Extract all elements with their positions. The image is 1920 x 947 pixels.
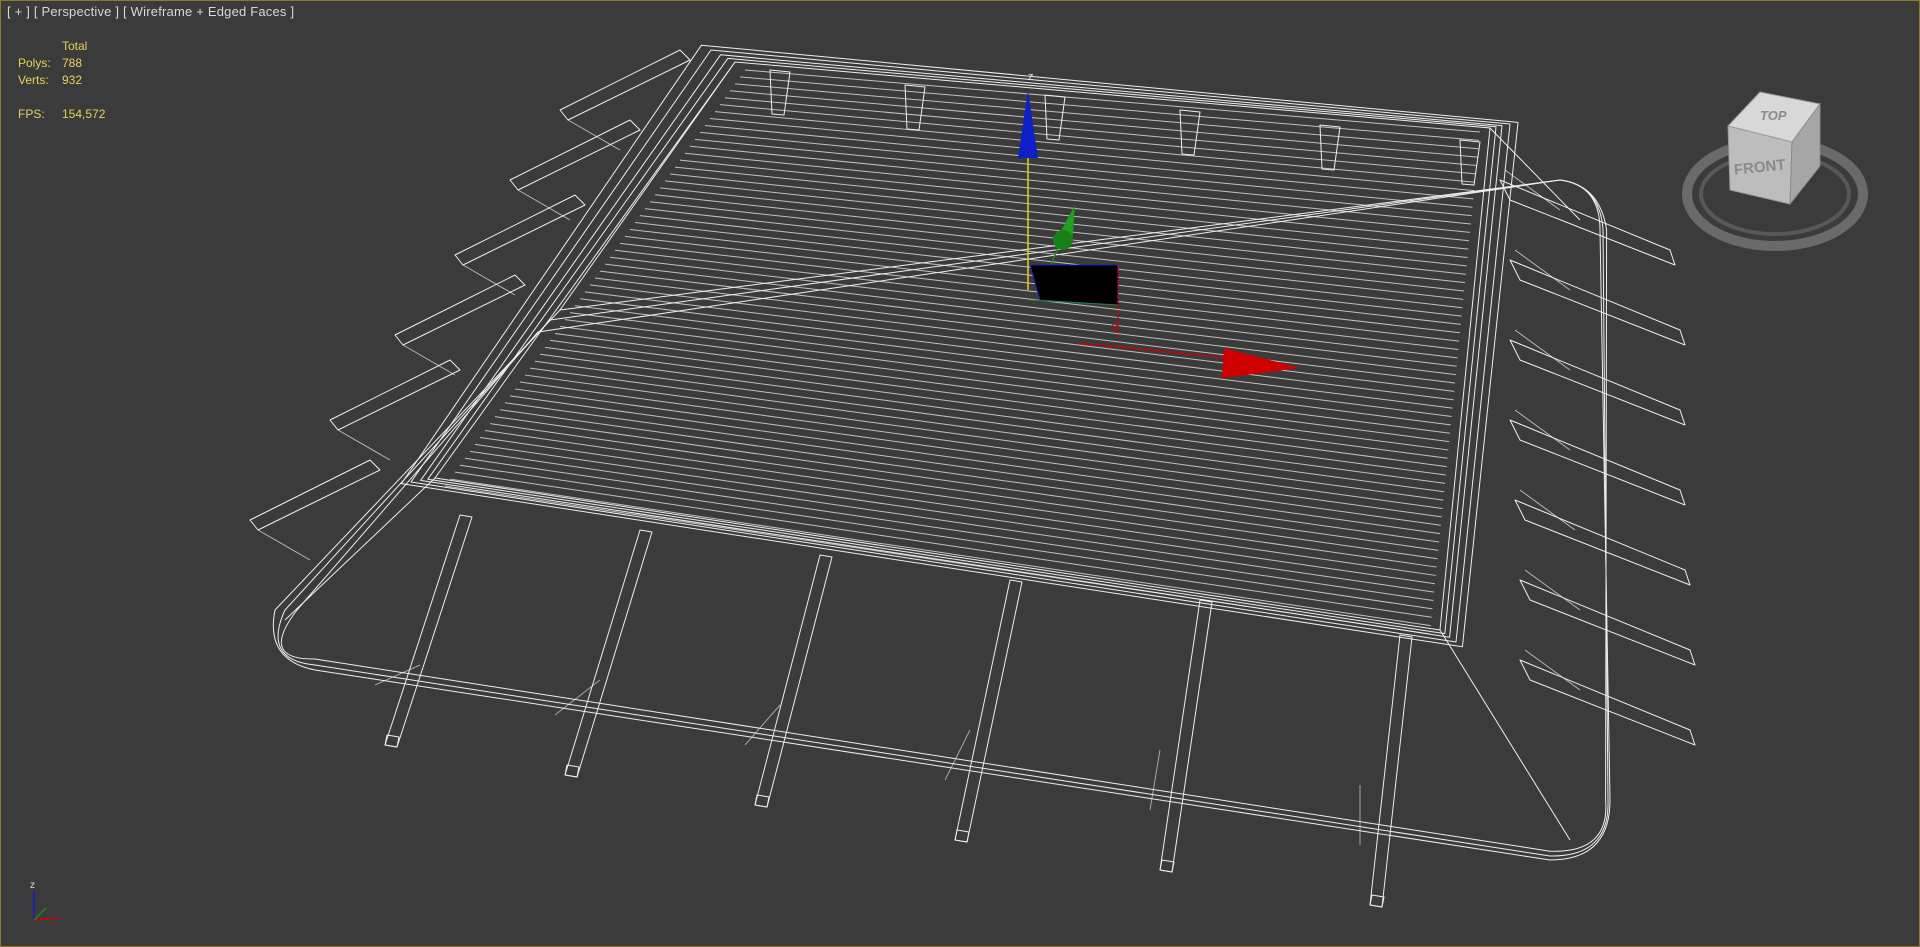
gizmo-y-label: y (1112, 321, 1118, 333)
corner-axis-z-label: z (30, 880, 35, 891)
corner-axis-tripod: z (30, 880, 61, 921)
viewcube-top-label: TOP (1760, 108, 1787, 123)
wireframe-model[interactable]: z y (0, 0, 1920, 947)
gizmo-z-label: z (1028, 71, 1034, 83)
viewcube[interactable]: TOP FRONT (1680, 86, 1870, 266)
